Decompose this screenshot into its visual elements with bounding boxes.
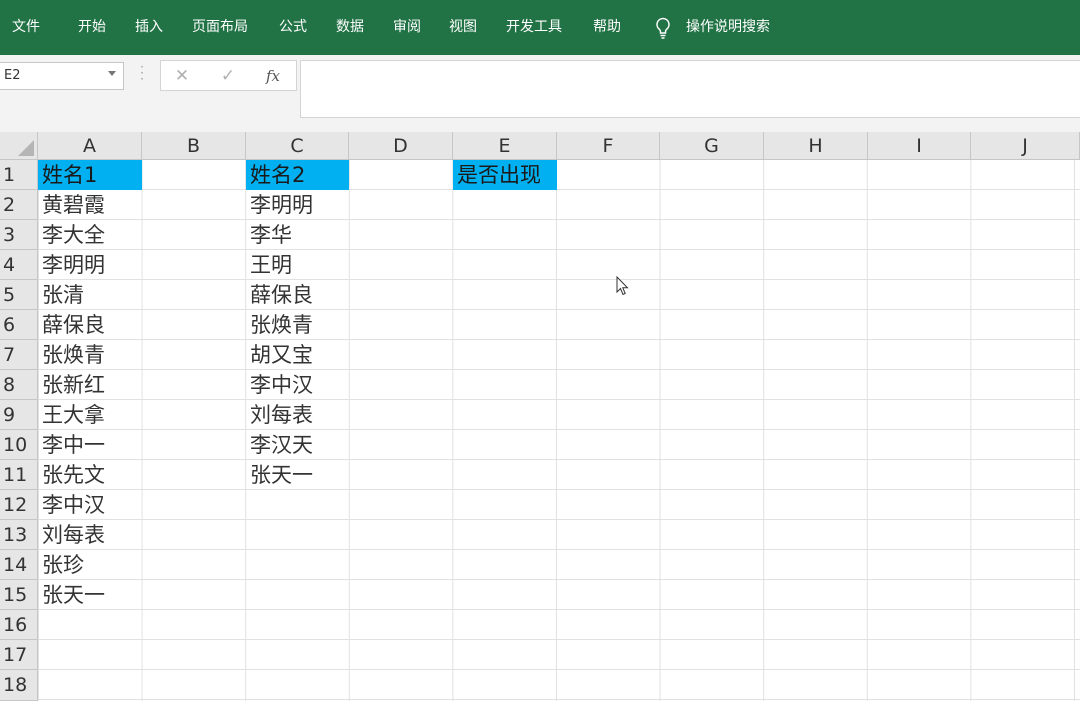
cell-c9[interactable]: 刘每表 — [246, 400, 349, 430]
menu-home[interactable]: 开始 — [78, 0, 106, 55]
column-header-b[interactable]: B — [142, 132, 246, 160]
cell-a10[interactable]: 李中一 — [38, 430, 142, 460]
cell-a8[interactable]: 张新红 — [38, 370, 142, 400]
row-header[interactable]: 5 — [0, 280, 38, 310]
row-header[interactable]: 13 — [0, 520, 38, 550]
cell-a12[interactable]: 李中汉 — [38, 490, 142, 520]
column-header-d[interactable]: D — [349, 132, 453, 160]
row-header[interactable]: 11 — [0, 460, 38, 490]
formula-buttons: ✕ ✓ fx — [160, 60, 297, 91]
menu-page-layout[interactable]: 页面布局 — [192, 0, 248, 55]
row-header[interactable]: 4 — [0, 250, 38, 280]
menu-view[interactable]: 视图 — [449, 0, 477, 55]
triangle-icon — [18, 140, 34, 156]
menu-data[interactable]: 数据 — [336, 0, 364, 55]
ribbon-menu-bar: 文件 开始 插入 页面布局 公式 数据 审阅 视图 开发工具 帮助 操作说明搜索 — [0, 0, 1080, 55]
menu-review[interactable]: 审阅 — [393, 0, 421, 55]
column-header-h[interactable]: H — [764, 132, 868, 160]
cell-a13[interactable]: 刘每表 — [38, 520, 142, 550]
cell-gridlines — [38, 160, 1080, 701]
cell-a9[interactable]: 王大拿 — [38, 400, 142, 430]
row-header[interactable]: 7 — [0, 340, 38, 370]
lightbulb-icon — [656, 17, 670, 39]
row-header[interactable]: 9 — [0, 400, 38, 430]
row-header[interactable]: 15 — [0, 580, 38, 610]
cell-c2[interactable]: 李明明 — [246, 190, 349, 220]
column-header-f[interactable]: F — [557, 132, 660, 160]
cancel-icon[interactable]: ✕ — [169, 65, 195, 87]
cell-a3[interactable]: 李大全 — [38, 220, 142, 250]
cell-c10[interactable]: 李汉天 — [246, 430, 349, 460]
column-header-i[interactable]: I — [868, 132, 971, 160]
cell-a4[interactable]: 李明明 — [38, 250, 142, 280]
cell-c4[interactable]: 王明 — [246, 250, 349, 280]
cell-a11[interactable]: 张先文 — [38, 460, 142, 490]
row-header[interactable]: 6 — [0, 310, 38, 340]
select-all-corner[interactable] — [0, 132, 38, 160]
cell-a2[interactable]: 黄碧霞 — [38, 190, 142, 220]
row-header[interactable]: 3 — [0, 220, 38, 250]
row-header[interactable]: 14 — [0, 550, 38, 580]
row-header[interactable]: 18 — [0, 670, 38, 701]
cell-c5[interactable]: 薛保良 — [246, 280, 349, 310]
menu-formulas[interactable]: 公式 — [279, 0, 307, 55]
row-header[interactable]: 12 — [0, 490, 38, 520]
row-header[interactable]: 17 — [0, 640, 38, 670]
cell-a5[interactable]: 张清 — [38, 280, 142, 310]
row-header[interactable]: 1 — [0, 160, 38, 190]
column-header-c[interactable]: C — [246, 132, 349, 160]
cell-a14[interactable]: 张珍 — [38, 550, 142, 580]
cell-c11[interactable]: 张天一 — [246, 460, 349, 490]
column-header-e[interactable]: E — [453, 132, 557, 160]
menu-developer[interactable]: 开发工具 — [506, 0, 562, 55]
chevron-down-icon[interactable] — [108, 71, 116, 76]
cell-c8[interactable]: 李中汉 — [246, 370, 349, 400]
row-header[interactable]: 2 — [0, 190, 38, 220]
name-box-value: E2 — [4, 68, 21, 83]
cell-c6[interactable]: 张焕青 — [246, 310, 349, 340]
row-header[interactable]: 8 — [0, 370, 38, 400]
column-header-g[interactable]: G — [660, 132, 764, 160]
column-header-j[interactable]: J — [971, 132, 1080, 160]
column-header-a[interactable]: A — [38, 132, 142, 160]
spreadsheet-grid: A B C D E F G H I J 1 2 3 4 5 6 7 8 9 10… — [0, 132, 1080, 701]
cell-c3[interactable]: 李华 — [246, 220, 349, 250]
formula-input[interactable] — [300, 60, 1080, 118]
cell-a7[interactable]: 张焕青 — [38, 340, 142, 370]
insert-function-icon[interactable]: fx — [260, 65, 286, 87]
cell-a6[interactable]: 薛保良 — [38, 310, 142, 340]
row-header[interactable]: 16 — [0, 610, 38, 640]
confirm-icon[interactable]: ✓ — [215, 65, 241, 87]
cell-a1[interactable]: 姓名1 — [38, 160, 142, 190]
menu-help[interactable]: 帮助 — [593, 0, 621, 55]
menu-insert[interactable]: 插入 — [135, 0, 163, 55]
cell-e1[interactable]: 是否出现 — [453, 160, 557, 190]
cell-a15[interactable]: 张天一 — [38, 580, 142, 610]
mouse-pointer-icon — [616, 276, 629, 296]
cell-c1[interactable]: 姓名2 — [246, 160, 349, 190]
cell-c7[interactable]: 胡又宝 — [246, 340, 349, 370]
name-box[interactable]: E2 — [0, 62, 124, 90]
row-header[interactable]: 10 — [0, 430, 38, 460]
drag-handle-icon[interactable]: · · · — [139, 61, 145, 85]
tell-me-search[interactable]: 操作说明搜索 — [686, 0, 770, 55]
menu-file[interactable]: 文件 — [12, 0, 40, 55]
